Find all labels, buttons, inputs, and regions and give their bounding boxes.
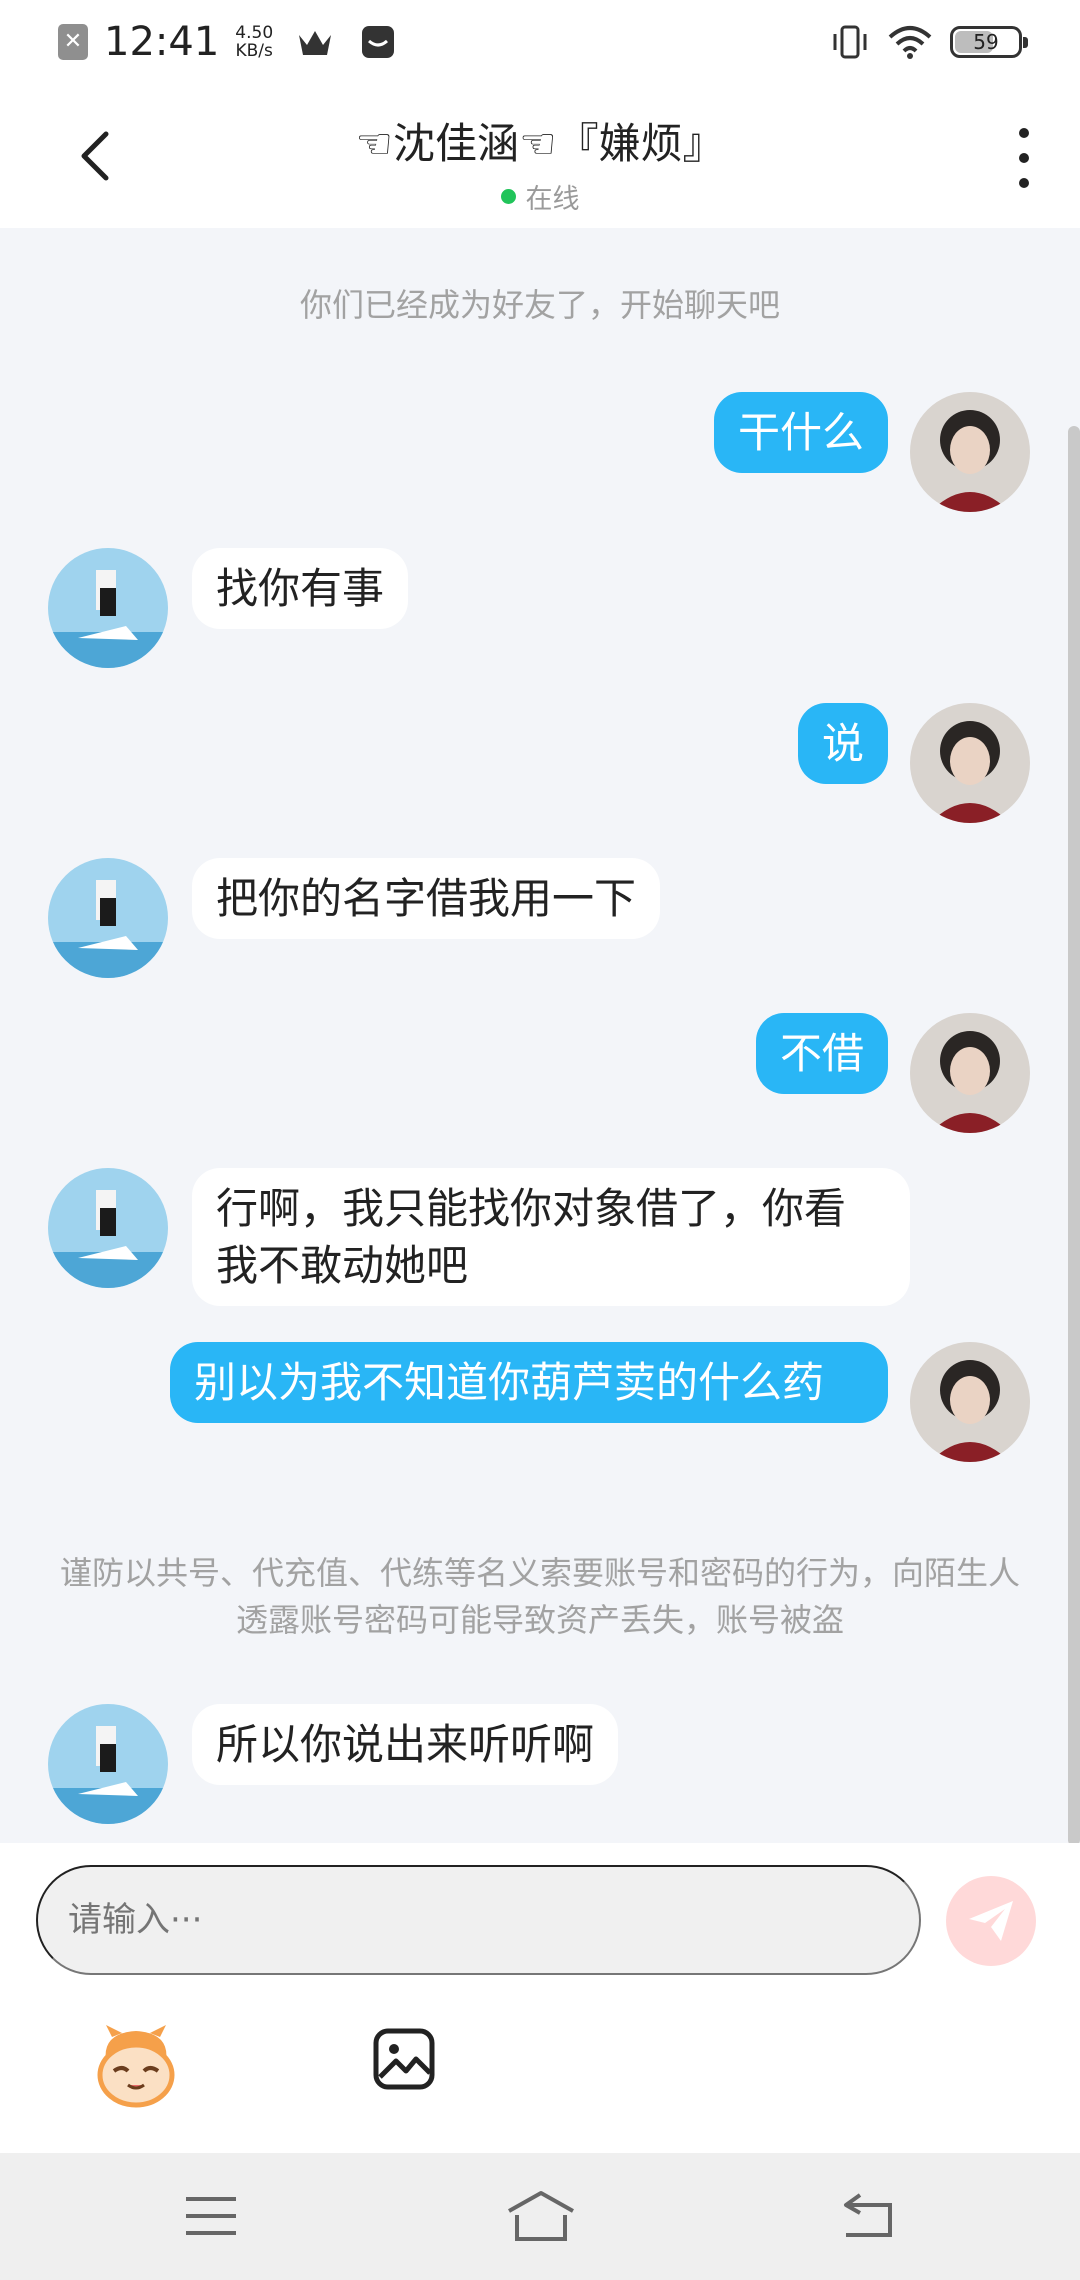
online-dot-icon xyxy=(500,189,516,204)
message-bubble-incoming[interactable]: 所以你说出来听听啊 xyxy=(192,1704,619,1785)
message-input[interactable] xyxy=(36,1865,921,1975)
message-bubble-outgoing[interactable]: 说 xyxy=(797,703,888,784)
my-avatar[interactable] xyxy=(910,1342,1030,1462)
contact-avatar[interactable] xyxy=(48,858,168,978)
friend-added-notice: 你们已经成为好友了，开始聊天吧 xyxy=(299,286,780,324)
contact-avatar[interactable] xyxy=(48,1168,168,1288)
contact-avatar[interactable] xyxy=(48,548,168,668)
close-notification-icon: ✕ xyxy=(58,24,88,60)
network-speed-value: 4.50 xyxy=(235,23,274,43)
contact-name: ☜沈佳涵☜『嫌烦』 xyxy=(355,119,725,168)
contact-avatar[interactable] xyxy=(48,1704,168,1824)
home-icon[interactable] xyxy=(505,2189,577,2243)
security-warning-notice: 谨防以共号、代充值、代练等名义索要账号和密码的行为，向陌生人透露账号密码可能导致… xyxy=(60,1554,1021,1639)
battery-level: 59 xyxy=(973,30,999,54)
my-avatar[interactable] xyxy=(910,1013,1030,1133)
chat-header: ☜沈佳涵☜『嫌烦』 在线 xyxy=(0,84,1080,228)
message-bubble-incoming[interactable]: 找你有事 xyxy=(192,548,409,629)
contact-info: ☜沈佳涵☜『嫌烦』 在线 xyxy=(240,110,840,216)
online-status: 在线 xyxy=(240,177,840,216)
crown-icon xyxy=(299,31,332,55)
network-speed: 4.50 KB/s xyxy=(235,24,273,60)
message-bubble-incoming[interactable]: 把你的名字借我用一下 xyxy=(192,858,661,939)
image-picker-icon[interactable] xyxy=(372,2027,436,2091)
online-status-label: 在线 xyxy=(525,184,580,215)
system-back-icon[interactable] xyxy=(840,2191,896,2239)
message-bubble-outgoing[interactable]: 不借 xyxy=(755,1013,888,1094)
network-speed-unit: KB/s xyxy=(235,41,273,61)
recent-apps-icon[interactable] xyxy=(184,2195,238,2237)
message-bubble-outgoing[interactable]: 干什么 xyxy=(713,392,888,473)
message-bubble-incoming[interactable]: 行啊，我只能找你对象借了，你看我不敢动她吧 xyxy=(192,1168,910,1306)
my-avatar[interactable] xyxy=(910,392,1030,512)
send-button[interactable] xyxy=(946,1876,1036,1966)
emoji-icon[interactable] xyxy=(92,2023,180,2111)
send-icon xyxy=(969,1901,1013,1941)
message-bubble-outgoing[interactable]: 别以为我不知道你葫芦荬的什么药 xyxy=(170,1342,888,1423)
status-bar: ✕ 12:41 4.50 KB/s 59 xyxy=(0,0,1080,84)
chat-scrollbar[interactable] xyxy=(1068,426,1080,1846)
back-arrow-icon[interactable] xyxy=(70,126,120,186)
battery-icon: 59 xyxy=(950,26,1028,58)
more-options-icon[interactable] xyxy=(1004,128,1044,188)
chat-messages[interactable]: 你们已经成为好友了，开始聊天吧 干什么 找你有事 说 把你的名字借我用一下 不借… xyxy=(0,228,1080,1846)
status-time: 12:41 xyxy=(104,19,220,65)
wifi-icon xyxy=(888,26,932,59)
system-navigation-bar xyxy=(0,2153,1080,2280)
my-avatar[interactable] xyxy=(910,703,1030,823)
vibrate-icon xyxy=(833,25,867,59)
input-area xyxy=(0,1843,1080,2153)
mail-icon xyxy=(362,26,395,58)
